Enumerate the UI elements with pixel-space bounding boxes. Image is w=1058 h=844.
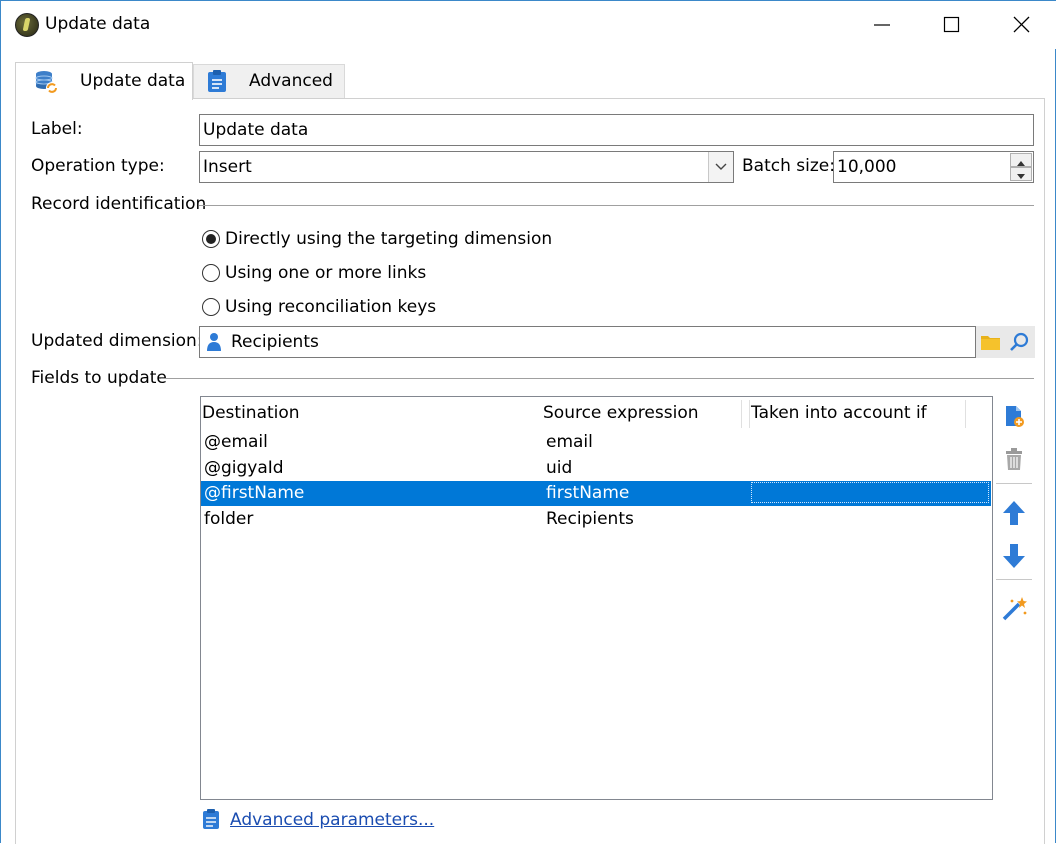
source-cell: email — [546, 432, 593, 452]
window-title: Update data — [45, 14, 151, 34]
label-input-value: Update data — [203, 120, 309, 140]
search-icon[interactable] — [1009, 332, 1031, 354]
destination-cell: @gigyaId — [204, 458, 284, 478]
person-icon — [207, 333, 221, 351]
radio-targeting-dimension[interactable] — [202, 230, 220, 248]
condition-cell-focus[interactable] — [751, 482, 989, 503]
toolbar-separator — [996, 483, 1032, 484]
operation-type-caption: Operation type: — [31, 156, 165, 176]
tab-update-data[interactable]: Update data — [15, 62, 193, 100]
app-logo-icon — [15, 13, 39, 37]
arrow-up-icon — [1003, 501, 1025, 525]
advanced-parameters-link[interactable]: Advanced parameters... — [230, 810, 434, 830]
stepper-down-button[interactable] — [1010, 167, 1032, 181]
column-divider — [965, 400, 966, 428]
tab-label: Advanced — [249, 71, 333, 91]
minimize-icon — [874, 24, 890, 26]
close-icon — [1013, 16, 1030, 33]
source-cell: firstName — [546, 483, 630, 503]
radio-label: Using one or more links — [225, 263, 427, 283]
radio-links[interactable] — [202, 264, 220, 282]
expression-wizard-button[interactable] — [998, 593, 1030, 625]
batch-size-caption: Batch size: — [742, 156, 835, 176]
triangle-down-icon — [1017, 174, 1025, 179]
fields-grid: Destination Source expression Taken into… — [200, 396, 993, 800]
fields-to-update-heading: Fields to update — [31, 368, 167, 388]
chevron-down-icon — [715, 163, 727, 170]
close-button[interactable] — [987, 1, 1057, 49]
add-field-button[interactable] — [998, 400, 1030, 432]
add-document-icon — [1006, 406, 1024, 427]
column-divider — [741, 400, 742, 428]
tab-label: Update data — [80, 71, 186, 91]
delete-field-button[interactable] — [998, 444, 1030, 476]
radio-reconciliation-keys[interactable] — [202, 298, 220, 316]
operation-type-value: Insert — [203, 157, 252, 177]
batch-size-stepper[interactable]: 10,000 — [833, 151, 1034, 183]
dimension-actions — [976, 326, 1035, 358]
trash-icon — [1006, 448, 1022, 470]
radio-label: Using reconciliation keys — [225, 297, 437, 317]
destination-cell: @email — [204, 432, 268, 452]
clipboard-icon — [203, 809, 219, 829]
title-bar: Update data — [1, 1, 1057, 49]
divider — [199, 205, 1034, 206]
updated-dimension-caption: Updated dimension: — [31, 331, 203, 351]
table-row-selected[interactable]: @firstName firstName — [201, 481, 991, 506]
destination-cell: @firstName — [204, 483, 305, 503]
move-up-button[interactable] — [998, 497, 1030, 529]
magic-wand-icon — [1002, 597, 1027, 621]
destination-cell: folder — [204, 509, 254, 529]
source-cell: uid — [546, 458, 573, 478]
clipboard-icon — [208, 70, 226, 92]
database-sync-icon — [35, 71, 58, 94]
label-input[interactable]: Update data — [199, 114, 1034, 146]
arrow-down-icon — [1003, 544, 1025, 568]
radio-label: Directly using the targeting dimension — [225, 229, 553, 249]
dialog-window: Update data Update data Advanced Label: … — [0, 0, 1057, 844]
dropdown-button[interactable] — [708, 152, 733, 182]
table-row[interactable]: folder Recipients — [201, 507, 991, 532]
label-caption: Label: — [31, 119, 83, 139]
maximize-button[interactable] — [917, 1, 987, 49]
folder-icon[interactable] — [980, 332, 1002, 352]
batch-size-value: 10,000 — [837, 157, 897, 177]
minimize-button[interactable] — [847, 1, 917, 49]
column-divider — [749, 400, 750, 428]
source-cell: Recipients — [546, 509, 634, 529]
toolbar-separator — [996, 579, 1032, 580]
record-identification-heading: Record identification — [31, 194, 207, 214]
stepper-up-button[interactable] — [1010, 153, 1032, 167]
maximize-icon — [943, 16, 960, 33]
table-row[interactable]: @email email — [201, 430, 991, 455]
updated-dimension-value: Recipients — [231, 332, 319, 352]
tab-strip: Update data Advanced — [15, 62, 1045, 100]
operation-type-select[interactable]: Insert — [199, 151, 734, 183]
divider — [161, 378, 1034, 379]
updated-dimension-field[interactable]: Recipients — [199, 326, 976, 358]
move-down-button[interactable] — [998, 540, 1030, 572]
table-row[interactable]: @gigyaId uid — [201, 456, 991, 481]
tab-advanced[interactable]: Advanced — [193, 64, 345, 98]
